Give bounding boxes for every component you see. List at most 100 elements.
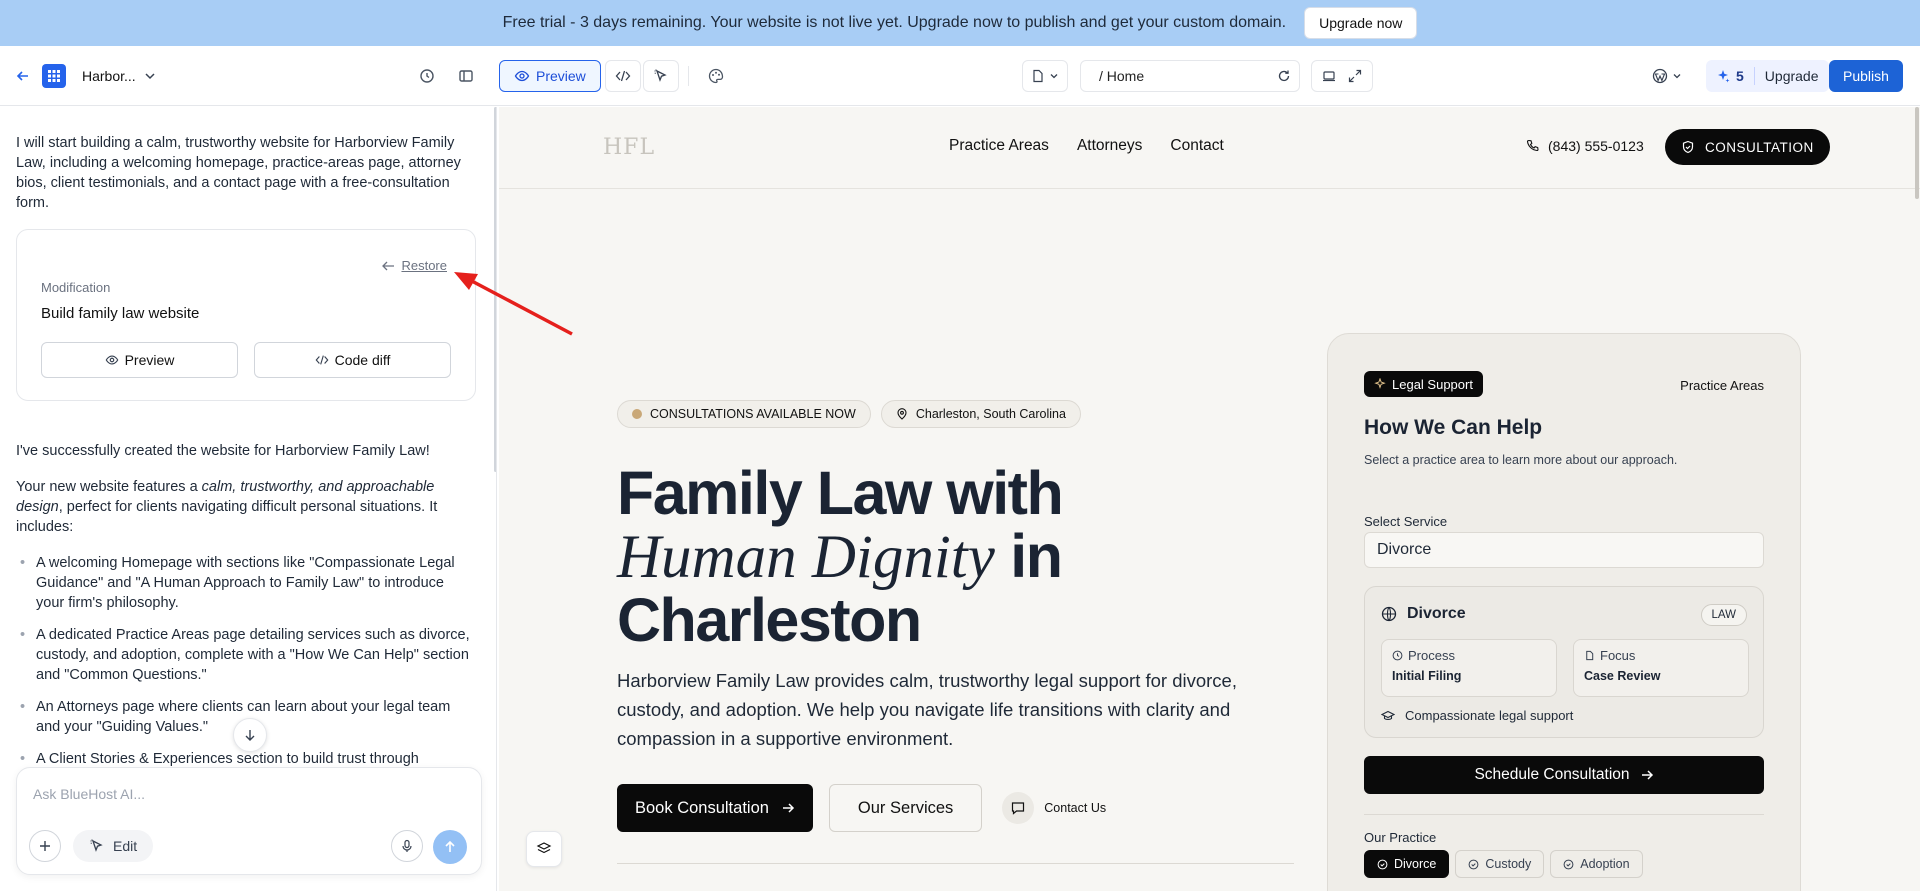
- website-preview: HFL Practice Areas Attorneys Contact (84…: [499, 107, 1920, 891]
- upgrade-now-button[interactable]: Upgrade now: [1304, 7, 1418, 39]
- page-selector[interactable]: [1022, 60, 1068, 92]
- arrow-up-icon: [445, 840, 455, 852]
- how-we-can-help-card: Legal Support Practice Areas How We Can …: [1327, 333, 1801, 891]
- banner-message: Free trial - 3 days remaining. Your webs…: [502, 14, 1287, 31]
- modification-card: Restore Modification Build family law we…: [16, 229, 476, 401]
- our-services-button[interactable]: Our Services: [828, 784, 983, 832]
- url-bar[interactable]: / Home: [1080, 60, 1300, 92]
- assistant-success-message: I've successfully created the website fo…: [16, 443, 430, 459]
- publish-button[interactable]: Publish: [1829, 60, 1903, 92]
- circle-check-icon: [1377, 859, 1388, 869]
- refresh-icon: [1278, 70, 1290, 82]
- nav-attorneys[interactable]: Attorneys: [1077, 137, 1142, 155]
- back-arrow-icon[interactable]: [8, 61, 38, 91]
- layers-button[interactable]: [526, 831, 562, 867]
- list-item: A welcoming Homepage with sections like …: [16, 553, 476, 613]
- code-diff-button[interactable]: Code diff: [254, 342, 451, 378]
- viewport-controls: [1311, 60, 1373, 92]
- pointer-select-icon: [90, 839, 103, 852]
- preview-scrollbar[interactable]: [1915, 107, 1919, 199]
- site-logo-icon: [42, 64, 66, 88]
- hero-title-italic: Human Dignity: [617, 524, 995, 591]
- plus-icon: [40, 841, 50, 851]
- send-button[interactable]: [433, 830, 467, 864]
- wordpress-menu[interactable]: [1652, 68, 1682, 84]
- schedule-consultation-button[interactable]: Schedule Consultation: [1364, 756, 1764, 794]
- card-practice-areas-link[interactable]: Practice Areas: [1680, 378, 1764, 393]
- globe-icon: [1381, 606, 1397, 622]
- code-icon: [615, 70, 631, 82]
- chat-messages: I will start building a calm, trustworth…: [16, 133, 476, 781]
- editor-toolbar: Harbor... Preview / Home 5 Upgrade Publi…: [0, 46, 1920, 106]
- eye-icon: [105, 355, 118, 365]
- site-nav: Practice Areas Attorneys Contact: [949, 137, 1224, 155]
- panel-toggle-icon[interactable]: [451, 61, 481, 91]
- attach-button[interactable]: [29, 830, 61, 862]
- contact-us-link[interactable]: Contact Us: [1002, 792, 1106, 824]
- service-detail-box: Divorce LAW Process Initial Filing Focus…: [1364, 586, 1764, 738]
- chat-input[interactable]: Ask BlueHost AI...: [33, 786, 145, 802]
- book-consultation-button[interactable]: Book Consultation: [617, 784, 813, 832]
- scroll-to-bottom-button[interactable]: [233, 718, 267, 752]
- chat-scrollbar[interactable]: [494, 107, 496, 472]
- select-element-button[interactable]: [643, 60, 679, 92]
- site-switcher[interactable]: Harbor...: [82, 68, 156, 84]
- card-preview-button[interactable]: Preview: [41, 342, 238, 378]
- arrow-right-icon: [1641, 770, 1653, 780]
- select-service-field[interactable]: Divorce: [1364, 532, 1764, 568]
- phone-link[interactable]: (843) 555-0123: [1526, 138, 1644, 154]
- header-consultation-button[interactable]: CONSULTATION: [1665, 129, 1830, 165]
- chevron-down-icon: [1050, 74, 1058, 79]
- code-icon: [315, 355, 329, 365]
- fullscreen-icon[interactable]: [1348, 69, 1362, 83]
- select-service-label: Select Service: [1364, 514, 1448, 529]
- microphone-button[interactable]: [391, 830, 423, 862]
- graduation-cap-icon: [1381, 710, 1395, 720]
- map-pin-icon: [897, 408, 907, 420]
- microphone-icon: [402, 839, 412, 852]
- desktop-icon[interactable]: [1322, 69, 1336, 83]
- clock-icon: [1392, 650, 1403, 661]
- modification-title: Build family law website: [41, 305, 200, 322]
- circle-check-icon: [1468, 859, 1479, 869]
- phone-icon: [1526, 139, 1539, 152]
- history-icon[interactable]: [412, 61, 442, 91]
- restore-button[interactable]: Restore: [381, 256, 447, 276]
- list-item: A dedicated Practice Areas page detailin…: [16, 625, 476, 685]
- site-brand-logo[interactable]: HFL: [603, 135, 655, 160]
- layers-icon: [536, 842, 552, 854]
- hero-title: Family Law with Human Dignity in Charles…: [617, 459, 1064, 654]
- focus-stat: Focus Case Review: [1573, 639, 1749, 697]
- site-name: Harbor...: [82, 68, 136, 84]
- hero-tags: CONSULTATIONS AVAILABLE NOW Charleston, …: [617, 400, 1081, 428]
- location-tag: Charleston, South Carolina: [880, 400, 1081, 428]
- credits-upgrade[interactable]: 5 Upgrade: [1706, 60, 1829, 92]
- arrow-right-icon: [782, 803, 794, 813]
- palette-icon[interactable]: [701, 61, 731, 91]
- code-view-button[interactable]: [605, 60, 641, 92]
- eye-icon: [514, 70, 530, 82]
- practice-chips: Divorce Custody Adoption: [1364, 850, 1643, 878]
- service-heading: Divorce: [1381, 605, 1466, 623]
- status-dot: [632, 409, 642, 419]
- process-stat: Process Initial Filing: [1381, 639, 1557, 697]
- nav-practice-areas[interactable]: Practice Areas: [949, 137, 1049, 155]
- hero-actions: Book Consultation Our Services Contact U…: [617, 784, 1106, 832]
- chat-composer: Ask BlueHost AI... Edit: [16, 767, 482, 875]
- chip-adoption[interactable]: Adoption: [1550, 850, 1643, 878]
- legal-support-pill: Legal Support: [1364, 371, 1483, 397]
- url-path: / Home: [1099, 68, 1145, 84]
- assistant-intro-message: I will start building a calm, trustworth…: [16, 135, 461, 211]
- nav-contact[interactable]: Contact: [1170, 137, 1223, 155]
- our-practice-label: Our Practice: [1364, 830, 1437, 845]
- hero-description: Harborview Family Law provides calm, tru…: [617, 670, 1237, 749]
- modification-label: Modification: [41, 280, 111, 295]
- edit-mode-button[interactable]: Edit: [73, 830, 154, 862]
- chip-custody[interactable]: Custody: [1455, 850, 1545, 878]
- preview-mode-button[interactable]: Preview: [499, 60, 601, 92]
- credits-count: 5: [1736, 68, 1744, 84]
- upgrade-label: Upgrade: [1764, 68, 1819, 84]
- trial-banner: Free trial - 3 days remaining. Your webs…: [0, 0, 1920, 46]
- chip-divorce[interactable]: Divorce: [1364, 850, 1450, 878]
- site-header: HFL Practice Areas Attorneys Contact (84…: [499, 107, 1920, 199]
